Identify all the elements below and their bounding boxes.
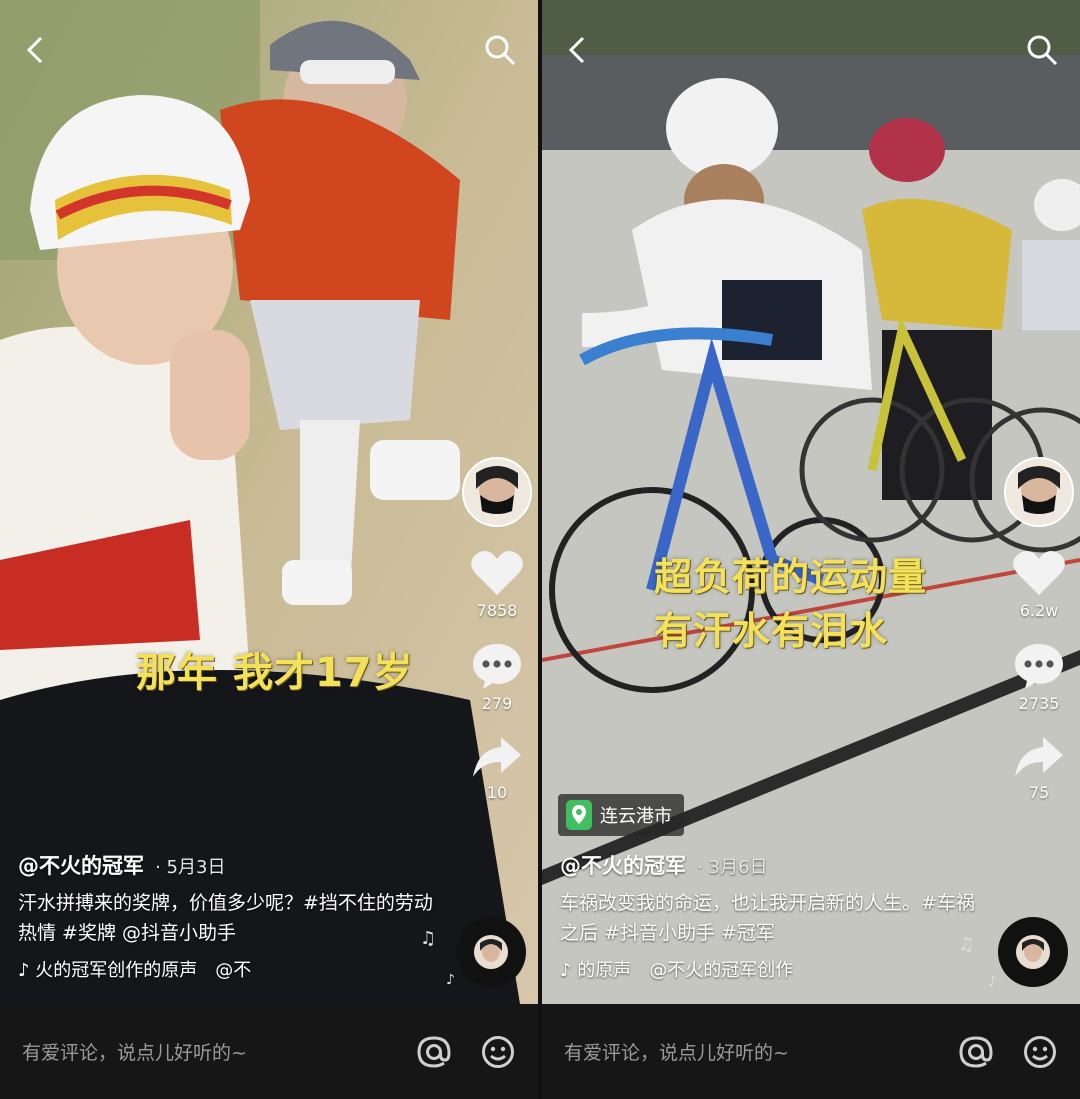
video-meta-right: @不火的冠军 · 3月6日 车祸改变我的命运，也让我开启新的人生。#车祸之后 #…: [560, 850, 980, 982]
search-button[interactable]: [1020, 28, 1064, 72]
share-count: 75: [1028, 783, 1050, 802]
back-button[interactable]: [556, 28, 600, 72]
location-name[interactable]: 连云港市: [600, 802, 672, 828]
share-button[interactable]: 75: [1013, 735, 1065, 802]
music-info[interactable]: ♪ 火的冠军创作的原声 @不: [18, 956, 438, 982]
back-arrow-icon: [568, 36, 585, 64]
location-tag[interactable]: 连云港市: [558, 794, 684, 836]
comment-bubble-icon: [473, 644, 521, 689]
comment-button[interactable]: 2735: [1013, 642, 1065, 713]
share-arrow-icon: [473, 737, 521, 777]
like-button[interactable]: 6.2w: [1012, 549, 1066, 620]
heart-icon: [1013, 551, 1065, 595]
music-disc-cover: [1016, 935, 1050, 969]
comment-input[interactable]: 有爱评论，说点儿好听的~: [22, 1038, 388, 1065]
music-info[interactable]: ♪ 的原声 @不火的冠军创作: [560, 956, 980, 982]
action-rail-right: 6.2w 2735 75: [1004, 457, 1074, 802]
video-panel-right[interactable]: 超负荷的运动量 有汗水有泪水 6.2w 2735 75 连云港市 @不火的冠军 …: [542, 0, 1080, 1099]
comment-bubble-icon: [1015, 644, 1063, 689]
music-disc[interactable]: [998, 917, 1068, 987]
author-avatar[interactable]: [462, 457, 532, 527]
music-note-icon-small: ♪: [446, 972, 455, 988]
author-avatar[interactable]: [1004, 457, 1074, 527]
video-overlay-caption-line1: 超负荷的运动量: [654, 555, 928, 599]
share-arrow-icon: [1015, 737, 1063, 777]
video-overlay-caption-line2: 有汗水有泪水: [654, 609, 889, 653]
post-date: · 3月6日: [697, 857, 768, 878]
location-pin-icon: [566, 800, 592, 830]
action-rail-left: 7858 279 10: [462, 457, 532, 802]
search-icon: [1027, 35, 1051, 59]
video-meta-left: @不火的冠军 · 5月3日 汗水拼搏来的奖牌，价值多少呢？#挡不住的劳动热情 #…: [18, 850, 438, 982]
like-count: 6.2w: [1019, 601, 1059, 620]
search-icon: [485, 35, 509, 59]
comment-button[interactable]: 279: [471, 642, 523, 713]
music-disc[interactable]: [456, 917, 526, 987]
at-icon[interactable]: [416, 1034, 452, 1070]
music-disc-cover: [474, 935, 508, 969]
comment-count: 2735: [1018, 694, 1060, 713]
emoji-icon[interactable]: [480, 1034, 516, 1070]
post-date: · 5月3日: [155, 857, 226, 878]
back-arrow-icon: [26, 36, 43, 64]
music-note-icon: ♫: [958, 934, 975, 955]
author-handle[interactable]: @不火的冠军: [560, 854, 686, 878]
video-caption[interactable]: 汗水拼搏来的奖牌，价值多少呢？#挡不住的劳动热情 #奖牌 @抖音小助手: [18, 888, 438, 948]
music-note-icon-small: ♪: [988, 974, 997, 990]
at-icon[interactable]: [958, 1034, 994, 1070]
like-count: 7858: [476, 601, 518, 620]
share-button[interactable]: 10: [471, 735, 523, 802]
comment-input[interactable]: 有爱评论，说点儿好听的~: [564, 1038, 930, 1065]
video-caption[interactable]: 车祸改变我的命运，也让我开启新的人生。#车祸之后 #抖音小助手 #冠军: [560, 888, 980, 948]
emoji-icon[interactable]: [1022, 1034, 1058, 1070]
back-button[interactable]: [14, 28, 58, 72]
music-title[interactable]: ♪ 的原声: [560, 956, 631, 982]
like-button[interactable]: 7858: [470, 549, 524, 620]
music-mention[interactable]: @不火的冠军创作: [649, 956, 793, 982]
search-button[interactable]: [478, 28, 522, 72]
comment-bar-right[interactable]: 有爱评论，说点儿好听的~: [542, 1004, 1080, 1099]
share-count: 10: [486, 783, 508, 802]
music-mention[interactable]: @不: [215, 956, 251, 982]
author-handle[interactable]: @不火的冠军: [18, 854, 144, 878]
heart-icon: [471, 551, 523, 595]
music-title[interactable]: ♪ 火的冠军创作的原声: [18, 956, 197, 982]
comment-bar-left[interactable]: 有爱评论，说点儿好听的~: [0, 1004, 538, 1099]
music-note-icon: ♫: [420, 928, 437, 949]
comment-count: 279: [481, 694, 513, 713]
video-panel-left[interactable]: 那年 我才17岁 7858 279 10 @不火的冠军 · 5月3日 汗水拼搏来…: [0, 0, 538, 1099]
video-overlay-caption: 那年 我才17岁: [136, 650, 414, 696]
